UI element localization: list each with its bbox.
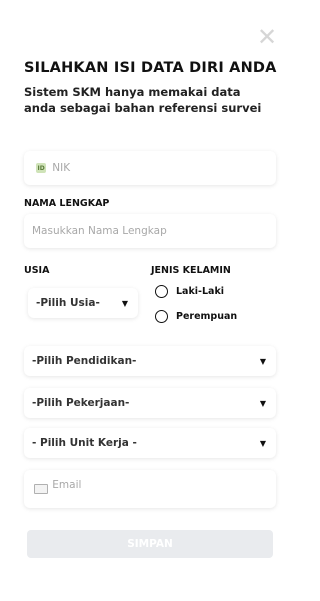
email-icon	[30, 484, 52, 494]
usia-select[interactable]: -Pilih Usia- ▼	[28, 288, 138, 318]
email-input[interactable]	[52, 479, 276, 491]
radio-button[interactable]	[155, 285, 168, 298]
radio-perempuan[interactable]: Perempuan	[155, 310, 237, 323]
radio-label: Laki-Laki	[176, 286, 225, 297]
unit-kerja-selected-value: - Pilih Unit Kerja -	[32, 437, 137, 449]
radio-button[interactable]	[155, 310, 168, 323]
pekerjaan-selected-value: -Pilih Pekerjaan-	[32, 397, 130, 409]
unit-kerja-select[interactable]: - Pilih Unit Kerja - ▼	[24, 428, 276, 458]
pendidikan-selected-value: -Pilih Pendidikan-	[32, 355, 137, 367]
email-field[interactable]	[24, 470, 276, 508]
jenis-kelamin-label: JENIS KELAMIN	[151, 265, 231, 276]
radio-laki-laki[interactable]: Laki-Laki	[155, 285, 224, 298]
email-icon-shape	[34, 484, 49, 494]
close-icon[interactable]: ✕	[256, 25, 278, 49]
radio-label: Perempuan	[176, 311, 238, 322]
page-subtitle: Sistem SKM hanya memakai data anda sebag…	[24, 85, 262, 115]
chevron-down-icon: ▼	[121, 298, 128, 308]
simpan-button[interactable]: SIMPAN	[27, 530, 273, 558]
usia-label: USIA	[24, 265, 50, 276]
nik-input[interactable]	[52, 162, 276, 174]
id-card-icon: ID	[30, 163, 52, 173]
usia-selected-value: -Pilih Usia-	[36, 297, 100, 309]
chevron-down-icon: ▼	[259, 356, 266, 366]
nama-lengkap-input[interactable]	[24, 225, 276, 237]
chevron-down-icon: ▼	[259, 438, 266, 448]
pekerjaan-select[interactable]: -Pilih Pekerjaan- ▼	[24, 388, 276, 418]
id-card-icon-badge: ID	[36, 163, 47, 173]
nama-lengkap-field[interactable]	[24, 214, 276, 248]
chevron-down-icon: ▼	[259, 398, 266, 408]
nik-field[interactable]: ID	[24, 151, 276, 185]
page-title: SILAHKAN ISI DATA DIRI ANDA	[24, 60, 277, 76]
pendidikan-select[interactable]: -Pilih Pendidikan- ▼	[24, 346, 276, 376]
nama-lengkap-label: NAMA LENGKAP	[24, 198, 110, 209]
